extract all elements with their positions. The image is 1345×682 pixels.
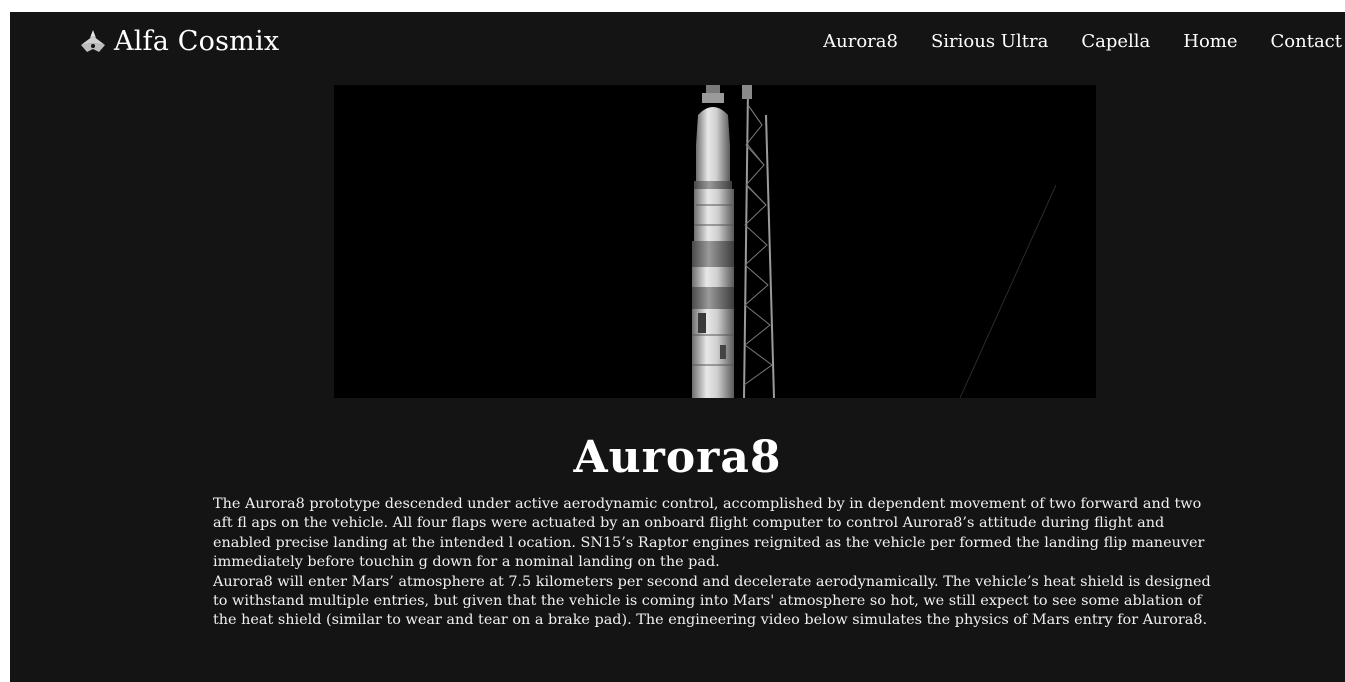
article-paragraph: Aurora8 will enter Mars’ atmosphere at 7… (213, 573, 1211, 629)
nav-item-sirious-ultra[interactable]: Sirious Ultra (931, 31, 1048, 52)
site-logo-link[interactable]: Alfa Cosmix (78, 26, 279, 57)
nav-item-contact[interactable]: Contact (1271, 31, 1342, 52)
nav-menu: Aurora8 Sirious Ultra Capella Home Conta… (823, 31, 1342, 52)
hero-image (334, 85, 1096, 398)
article-paragraph: The Aurora8 prototype descended under ac… (213, 496, 1205, 571)
ship-icon (81, 29, 105, 52)
top-navbar: Alfa Cosmix Aurora8 Sirious Ultra Capell… (10, 12, 1345, 70)
nav-item-home[interactable]: Home (1183, 31, 1237, 52)
page-title: Aurora8 (573, 432, 782, 483)
page: Alfa Cosmix Aurora8 Sirious Ultra Capell… (10, 12, 1345, 682)
nav-item-aurora8[interactable]: Aurora8 (823, 31, 898, 52)
article-body: The Aurora8 prototype descended under ac… (213, 495, 1213, 631)
rocket-on-launchpad-photo (334, 85, 1096, 398)
site-name: Alfa Cosmix (114, 26, 280, 57)
nav-item-capella[interactable]: Capella (1081, 31, 1150, 52)
